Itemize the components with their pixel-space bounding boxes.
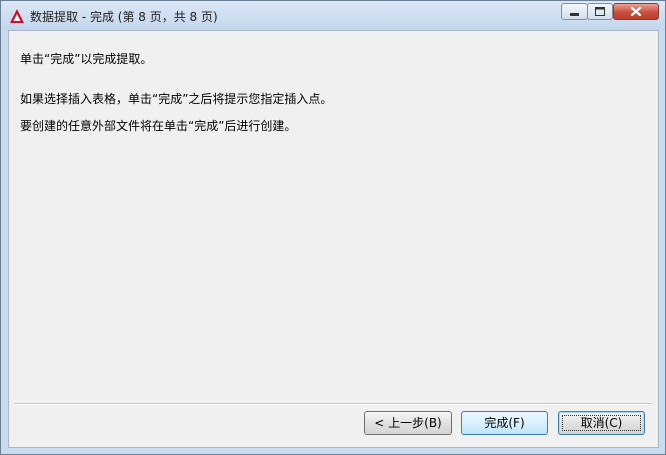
maximize-button[interactable] — [587, 3, 613, 20]
cancel-button[interactable]: 取消(C) — [558, 411, 645, 435]
autocad-logo-icon[interactable] — [9, 8, 25, 24]
title-bar[interactable]: 数据提取 - 完成 (第 8 页，共 8 页) — [1, 1, 665, 30]
finish-button[interactable]: 完成(F) — [461, 411, 548, 435]
minimize-icon — [570, 13, 579, 16]
instruction-text-finish: 单击“完成”以完成提取。 — [20, 52, 153, 66]
divider — [14, 403, 652, 405]
close-icon — [630, 6, 642, 17]
window-title: 数据提取 - 完成 (第 8 页，共 8 页) — [30, 10, 218, 24]
back-button[interactable]: < 上一步(B) — [364, 411, 452, 435]
instruction-text-external-file: 要创建的任意外部文件将在单击“完成”后进行创建。 — [20, 119, 297, 133]
dialog-window: 数据提取 - 完成 (第 8 页，共 8 页) 单击“完成”以完成提取。 如果选… — [0, 0, 666, 455]
instruction-text-insert-table: 如果选择插入表格，单击“完成”之后将提示您指定插入点。 — [20, 92, 333, 106]
dialog-content: 单击“完成”以完成提取。 如果选择插入表格，单击“完成”之后将提示您指定插入点。… — [8, 30, 659, 448]
focus-ring — [562, 415, 641, 431]
maximize-icon — [595, 7, 605, 16]
minimize-button[interactable] — [561, 3, 588, 20]
close-button[interactable] — [613, 3, 659, 20]
